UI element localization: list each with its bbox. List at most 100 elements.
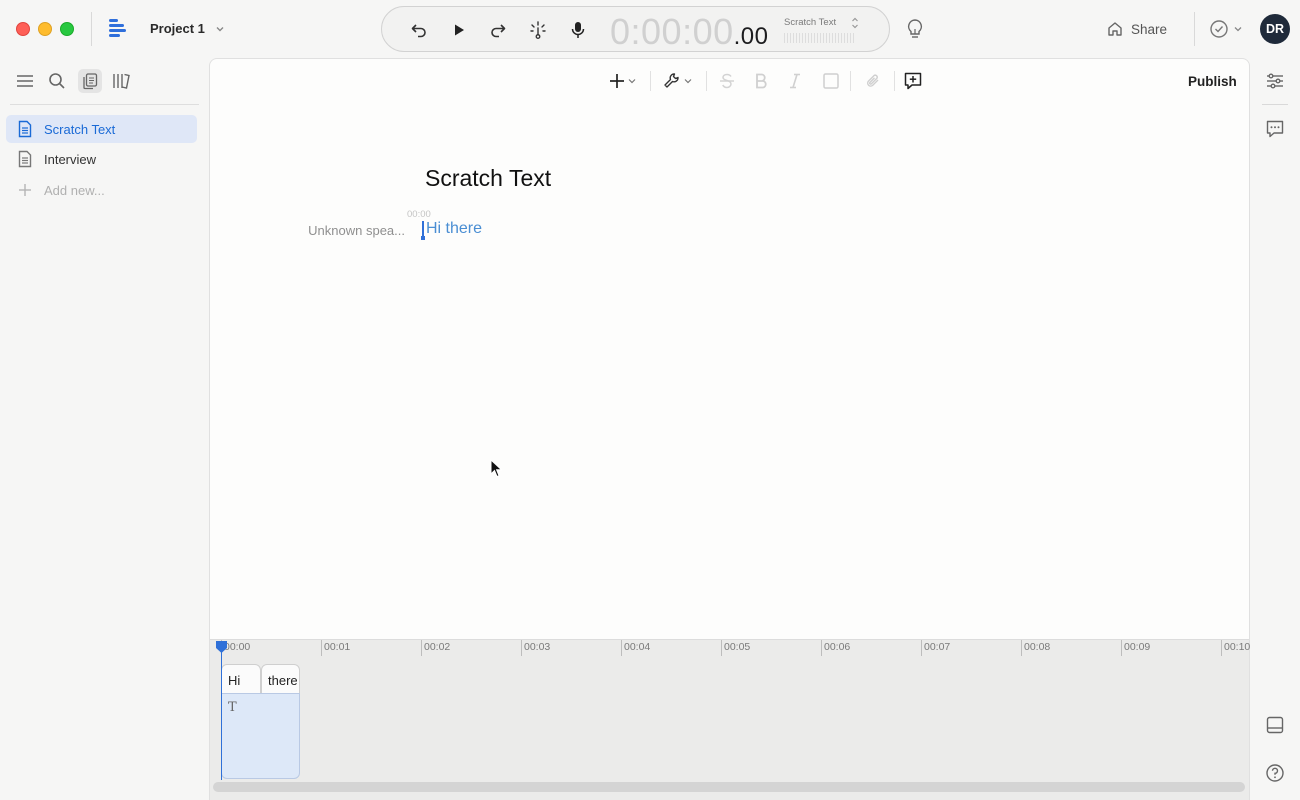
timeline-tick-label: 00:07 — [924, 641, 951, 653]
add-new-label: Add new... — [44, 182, 105, 198]
paragraph-timestamp: 00:00 — [407, 209, 431, 220]
timecode-display: 0:00:00.00 — [610, 11, 769, 53]
sidebar-doc-label: Scratch Text — [44, 121, 116, 137]
documents-icon — [83, 73, 98, 90]
timeline-scrollbar[interactable] — [213, 782, 1245, 792]
strikethrough-icon — [720, 73, 734, 89]
divider — [1194, 12, 1195, 46]
menu-button[interactable] — [14, 70, 36, 92]
microphone-icon — [571, 22, 585, 38]
timeline-tick-label: 00:10 — [1224, 641, 1251, 653]
document-icon — [16, 150, 34, 168]
transcript-text[interactable]: Hi there — [426, 220, 482, 238]
timeline-ruler[interactable]: 00:00 00:01 00:02 00:03 00:04 00:05 00:06 00:07… — [210, 640, 1251, 658]
divider — [1262, 104, 1288, 105]
share-button[interactable]: Share — [1106, 18, 1167, 40]
sparkle-icon — [530, 21, 546, 39]
document-picker[interactable]: Scratch Text — [784, 16, 864, 44]
share-label: Share — [1131, 21, 1168, 37]
timeline-tick-label: 00:03 — [524, 641, 551, 653]
documents-tab[interactable] — [78, 69, 102, 93]
mouse-pointer-icon — [490, 458, 504, 479]
sidebar-doc-interview[interactable]: Interview — [6, 145, 197, 173]
redo-button[interactable] — [487, 19, 509, 41]
redo-icon — [491, 24, 506, 38]
properties-panel-button[interactable] — [1264, 70, 1286, 92]
comment-icon — [1266, 120, 1284, 138]
sidebar-doc-label: Interview — [44, 151, 97, 167]
timeline-tick-label: 00:09 — [1124, 641, 1151, 653]
insert-menu-button[interactable] — [608, 69, 640, 93]
tools-menu-button[interactable] — [662, 69, 696, 93]
timeline-text-clip[interactable]: T — [221, 693, 300, 779]
panel-bottom-icon — [1266, 716, 1284, 734]
document-picker-label: Scratch Text — [784, 17, 837, 28]
paperclip-icon — [867, 74, 879, 87]
sidebar: Scratch Text Interview Add new... — [0, 58, 209, 800]
add-comment-button[interactable] — [902, 69, 924, 93]
check-circle-icon — [1210, 20, 1242, 38]
help-icon — [1266, 764, 1284, 782]
comment-plus-icon — [904, 72, 922, 90]
publish-button[interactable]: Publish — [1188, 74, 1237, 89]
undo-icon — [411, 24, 426, 38]
chevron-down-icon[interactable] — [214, 22, 226, 34]
hamburger-icon — [17, 75, 33, 87]
level-meter — [784, 33, 856, 43]
divider — [894, 71, 895, 91]
library-icon — [113, 73, 130, 89]
italic-icon — [790, 73, 800, 89]
record-button[interactable] — [567, 19, 589, 41]
timeline-tick-label: 00:04 — [624, 641, 651, 653]
app-logo-icon[interactable] — [107, 17, 129, 39]
bold-icon — [756, 73, 767, 89]
timeline-word[interactable]: there — [261, 664, 300, 694]
timeline-word[interactable]: Hi — [221, 664, 261, 694]
strikethrough-button[interactable] — [716, 69, 738, 93]
title-bar: Project 1 0:00:00.00 Scratch Text Share … — [0, 0, 1300, 58]
lightbulb-icon[interactable] — [904, 17, 926, 41]
sliders-icon — [1267, 73, 1283, 89]
studio-sound-button[interactable] — [527, 19, 549, 41]
timeline-tick-label: 00:06 — [824, 641, 851, 653]
attach-button[interactable] — [862, 69, 884, 93]
divider — [850, 71, 851, 91]
plus-icon — [610, 74, 636, 88]
italic-button[interactable] — [784, 69, 806, 93]
undo-button[interactable] — [408, 19, 430, 41]
updown-chevron-icon — [852, 17, 858, 29]
search-button[interactable] — [46, 70, 68, 92]
library-tab[interactable] — [110, 70, 132, 92]
bold-button[interactable] — [750, 69, 772, 93]
status-menu-button[interactable] — [1209, 19, 1247, 39]
timeline[interactable]: 00:00 00:01 00:02 00:03 00:04 00:05 00:06 00:07… — [210, 639, 1251, 800]
minimize-window-button[interactable] — [38, 22, 52, 36]
square-icon — [823, 73, 839, 89]
help-button[interactable] — [1264, 762, 1286, 784]
speaker-label[interactable]: Unknown spea... — [295, 223, 405, 238]
wrench-icon — [664, 73, 692, 88]
sidebar-doc-scratch-text[interactable]: Scratch Text — [6, 115, 197, 143]
document-title[interactable]: Scratch Text — [425, 165, 551, 192]
editor-panel: Publish Scratch Text 00:00 Unknown spea.… — [209, 58, 1250, 800]
timeline-tick-label: 00:05 — [724, 641, 751, 653]
home-icon — [1108, 22, 1122, 36]
text-clip-glyph: T — [228, 700, 237, 715]
toggle-timeline-button[interactable] — [1264, 714, 1286, 736]
divider — [706, 71, 707, 91]
timeline-tick-label: 00:02 — [424, 641, 451, 653]
timecode-frames: .00 — [733, 23, 769, 50]
divider — [91, 12, 92, 46]
zoom-window-button[interactable] — [60, 22, 74, 36]
close-window-button[interactable] — [16, 22, 30, 36]
add-new-document-button[interactable]: Add new... — [6, 176, 197, 204]
highlight-button[interactable] — [820, 69, 842, 93]
text-cursor-handle — [421, 236, 425, 240]
playhead-line — [221, 652, 222, 780]
project-title[interactable]: Project 1 — [150, 21, 205, 36]
play-button[interactable] — [448, 19, 470, 41]
avatar[interactable]: DR — [1260, 14, 1290, 44]
play-icon — [455, 24, 464, 36]
divider — [650, 71, 651, 91]
comments-panel-button[interactable] — [1264, 118, 1286, 140]
